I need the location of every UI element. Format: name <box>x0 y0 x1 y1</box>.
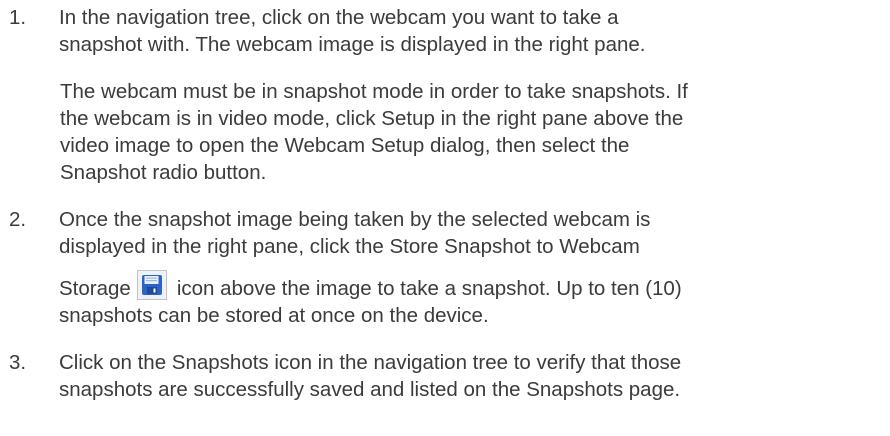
step-1-number: 1. <box>9 6 27 29</box>
step-1-line-2: snapshot with. The webcam image is displ… <box>59 33 646 56</box>
step-3-line-2: snapshots are successfully saved and lis… <box>59 378 681 401</box>
step-2-last-line: snapshots can be stored at once on the d… <box>59 304 489 327</box>
step-2-line-2: displayed in the right pane, click the S… <box>59 235 640 258</box>
step-2-icon-line-before: Storage <box>59 277 131 300</box>
note-line-2: the webcam is in video mode, click Setup… <box>60 107 684 130</box>
step-1-line-1: In the navigation tree, click on the web… <box>59 6 619 29</box>
step-2-icon-line-after: icon above the image to take a snapshot.… <box>176 277 682 300</box>
step-2-number: 2. <box>9 208 27 231</box>
step-2-icon-line: Storage icon above the image to take a s… <box>59 270 870 302</box>
step-3: 3. Click on the Snapshots icon in the na… <box>0 349 890 403</box>
save-snapshot-icon <box>136 270 167 300</box>
note-line-4: Snapshot radio button. <box>60 161 267 184</box>
instructions-document: 1. In the navigation tree, click on the … <box>0 0 890 403</box>
step-2-line-1: Once the snapshot image being taken by t… <box>59 208 651 231</box>
floppy-disk-icon <box>141 275 162 295</box>
step-3-line-1: Click on the Snapshots icon in the navig… <box>59 351 682 374</box>
step-1: 1. In the navigation tree, click on the … <box>0 4 890 58</box>
note-line-1: The webcam must be in snapshot mode in o… <box>60 80 688 103</box>
step-3-number: 3. <box>9 351 27 374</box>
step-2: 2. Once the snapshot image being taken b… <box>0 206 890 329</box>
snapshot-mode-note: The webcam must be in snapshot mode in o… <box>0 78 890 186</box>
note-line-3: video image to open the Webcam Setup dia… <box>60 134 630 157</box>
